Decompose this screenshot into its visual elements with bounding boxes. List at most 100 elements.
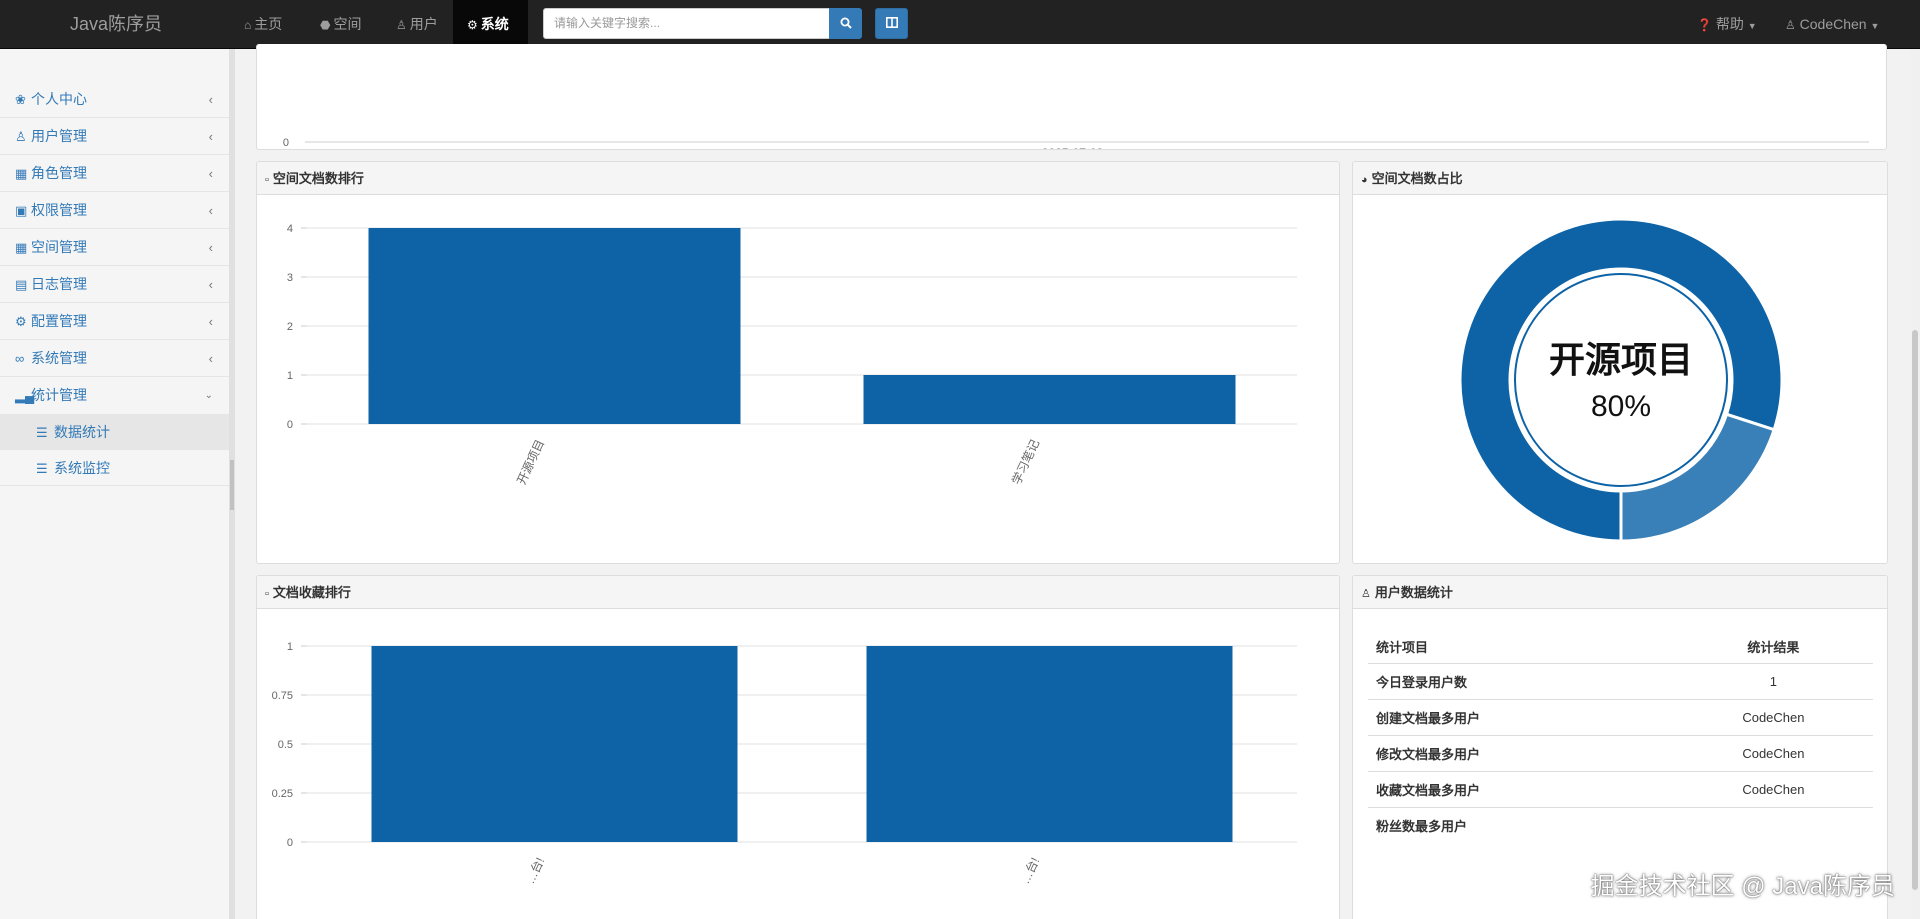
nav-space[interactable]: ⬣ 空间 (306, 0, 375, 49)
chevron-left-icon: ‹ (208, 351, 213, 366)
chevron-left-icon: ‹ (208, 314, 213, 329)
sidebar-item-statistics-management[interactable]: ▂▄统计管理 ⌄ (0, 377, 229, 414)
user-dropdown[interactable]: ♙ CodeChen ▼ (1785, 0, 1879, 49)
y-tick-label: 0 (287, 419, 293, 431)
table-row: 创建文档最多用户 CodeChen (1368, 699, 1873, 736)
space-doc-rank-chart: 0 1 2 3 4 开源项目 学习笔记 (287, 223, 1297, 487)
sidebar-item-user-management[interactable]: ♙ 用户管理 ‹ (0, 118, 229, 155)
columns-icon (885, 17, 898, 28)
panel-title: 空间文档数占比 (1371, 171, 1463, 186)
column-header: 统计结果 (1673, 631, 1873, 664)
space-doc-rank-panel: ▫ 空间文档数排行 0 1 2 3 4 开源项目 学习笔记 (256, 161, 1340, 564)
table-cell (1674, 807, 1873, 843)
y-tick-label: 1 (287, 641, 293, 653)
sidebar-item-log-management[interactable]: ▤ 日志管理 ‹ (0, 266, 229, 303)
y-tick-label: 2 (287, 321, 293, 333)
x-tick-label: 学习笔记 (1008, 437, 1042, 487)
sidebar-scrollbar-thumb[interactable] (230, 460, 234, 510)
chevron-left-icon: ‹ (208, 129, 213, 144)
table-cell: 收藏文档最多用户 (1368, 771, 1674, 808)
y-tick-label: 4 (287, 223, 293, 235)
sidebar-item-permission-management[interactable]: ▣ 权限管理 ‹ (0, 192, 229, 229)
panel-heading: ▫ 空间文档数排行 (257, 162, 1339, 195)
sidebar-item-label: 配置管理 (31, 313, 87, 329)
caret-down-icon: ▼ (1870, 21, 1880, 31)
x-tick-label: …台! (1017, 855, 1042, 886)
y-tick-label: 0 (287, 837, 293, 849)
gear-icon: ⚙ (15, 314, 27, 329)
y-tick-label: 1 (287, 370, 293, 382)
help-dropdown[interactable]: ❓ 帮助 ▼ (1697, 0, 1757, 49)
sidebar-item-space-management[interactable]: ▦ 空间管理 ‹ (0, 229, 229, 266)
user-icon: ♙ (15, 129, 27, 144)
table-row: 今日登录用户数 1 (1368, 663, 1873, 700)
list-icon: ☰ (36, 461, 48, 476)
x-axis-date-label: 2025-07-03 (257, 146, 1886, 149)
sidebar-subitem-system-monitor[interactable]: ☰ 系统监控 (0, 450, 229, 486)
bar (368, 228, 741, 424)
nav-system-label: 系统 (480, 16, 509, 32)
bar-chart-icon: ▫ (265, 588, 269, 600)
sidebar-item-system-management[interactable]: ∞ 系统管理 ‹ (0, 340, 229, 377)
gift-icon: ▦ (15, 166, 28, 181)
nav-space-label: 空间 (333, 16, 362, 32)
x-tick-label: …台! (522, 855, 547, 886)
pie-center-label: 开源项目 (1549, 339, 1693, 380)
search-input[interactable]: 请输入关键字搜索... (543, 8, 830, 39)
bar-chart-icon: ▫ (265, 174, 269, 186)
chevron-left-icon: ‹ (208, 240, 213, 255)
sidebar-item-label: 日志管理 (31, 276, 87, 292)
sidebar-item-label: 系统管理 (31, 350, 87, 366)
daily-trend-chart: 0 (283, 137, 1869, 149)
lock-icon: ▣ (15, 203, 28, 218)
table-header-row: 统计项目 统计结果 (1368, 631, 1873, 664)
chevron-left-icon: ‹ (208, 92, 213, 107)
panel-heading: ◕ 空间文档数占比 (1353, 162, 1887, 195)
table-cell: CodeChen (1673, 771, 1873, 808)
caret-down-icon: ▼ (1747, 21, 1757, 31)
panel-title: 文档收藏排行 (272, 585, 351, 600)
gear-icon: ⚙ (467, 18, 478, 32)
panel-heading: ▫ 文档收藏排行 (257, 576, 1339, 609)
main-content: 0 2025-07-03 ▫空间文档数排行 0 1 2 3 4 开源项目学习笔记 ◕空间文… (235, 44, 1920, 919)
search-button[interactable] (829, 8, 862, 39)
panel-heading: ♙ 用户数据统计 (1353, 576, 1887, 609)
y-tick-label: 3 (287, 272, 293, 284)
list-alt-icon: ▤ (15, 277, 28, 292)
top-navbar: Java陈序员 ⌂ 主页 ⬣ 空间 ♙ 用户 ⚙ 系统 请输入关键字搜索... ❓ 帮助… (0, 0, 1920, 49)
sidebar-item-config-management[interactable]: ⚙ 配置管理 ‹ (0, 303, 229, 340)
sidebar-item-label: 用户管理 (31, 128, 87, 144)
table-cell: 粉丝数最多用户 (1376, 818, 1468, 834)
user-stats-table: 统计项目 统计结果 今日登录用户数 1 创建文档最多用户 CodeChen 修改… (1368, 631, 1873, 843)
sidebar-subitem-data-statistics[interactable]: ☰ 数据统计 (0, 414, 229, 450)
user-icon: ♙ (1785, 18, 1796, 32)
nav-home[interactable]: ⌂ 主页 (230, 0, 296, 49)
question-circle-icon: ❓ (1697, 18, 1712, 32)
space-doc-ratio-chart: 开源项目 80% (1458, 217, 1784, 543)
sidebar-subitem-label: 数据统计 (54, 424, 110, 440)
sidebar-subitem-label: 系统监控 (54, 460, 110, 476)
layout-toggle-button[interactable] (875, 8, 908, 39)
page-scrollbar-thumb[interactable] (1912, 330, 1918, 890)
chevron-down-icon: ⌄ (204, 390, 213, 401)
daily-trend-panel: 0 2025-07-03 (256, 44, 1887, 150)
favorite-rank-chart: 0 0.25 0.5 0.75 1 …台! …台! (272, 641, 1297, 886)
nav-system[interactable]: ⚙ 系统 (453, 0, 528, 49)
brand-title[interactable]: Java陈序员 (70, 0, 162, 49)
space-doc-ratio-panel: ◕ 空间文档数占比 开源项目 80% (1352, 161, 1888, 564)
nav-user[interactable]: ♙ 用户 (382, 0, 452, 49)
pie-inner-ring (1514, 273, 1728, 487)
user-icon: ♙ (396, 18, 407, 32)
pie-center-value: 80% (1591, 390, 1651, 423)
user-label: CodeChen (1799, 16, 1867, 32)
cube-icon: ⬣ (320, 18, 331, 32)
y-tick-label: 0.25 (272, 788, 293, 800)
table-cell: 修改文档最多用户 (1368, 735, 1674, 772)
sidebar-item-role-management[interactable]: ▦ 角色管理 ‹ (0, 155, 229, 192)
sidebar-item-label: 权限管理 (31, 202, 87, 218)
search-icon (840, 17, 852, 29)
sidebar-item-label: 角色管理 (31, 165, 87, 181)
y-tick-label: 0.75 (272, 690, 293, 702)
sidebar-item-personal-center[interactable]: ❀ 个人中心 ‹ (0, 81, 229, 118)
table-cell: 1 (1673, 663, 1873, 700)
